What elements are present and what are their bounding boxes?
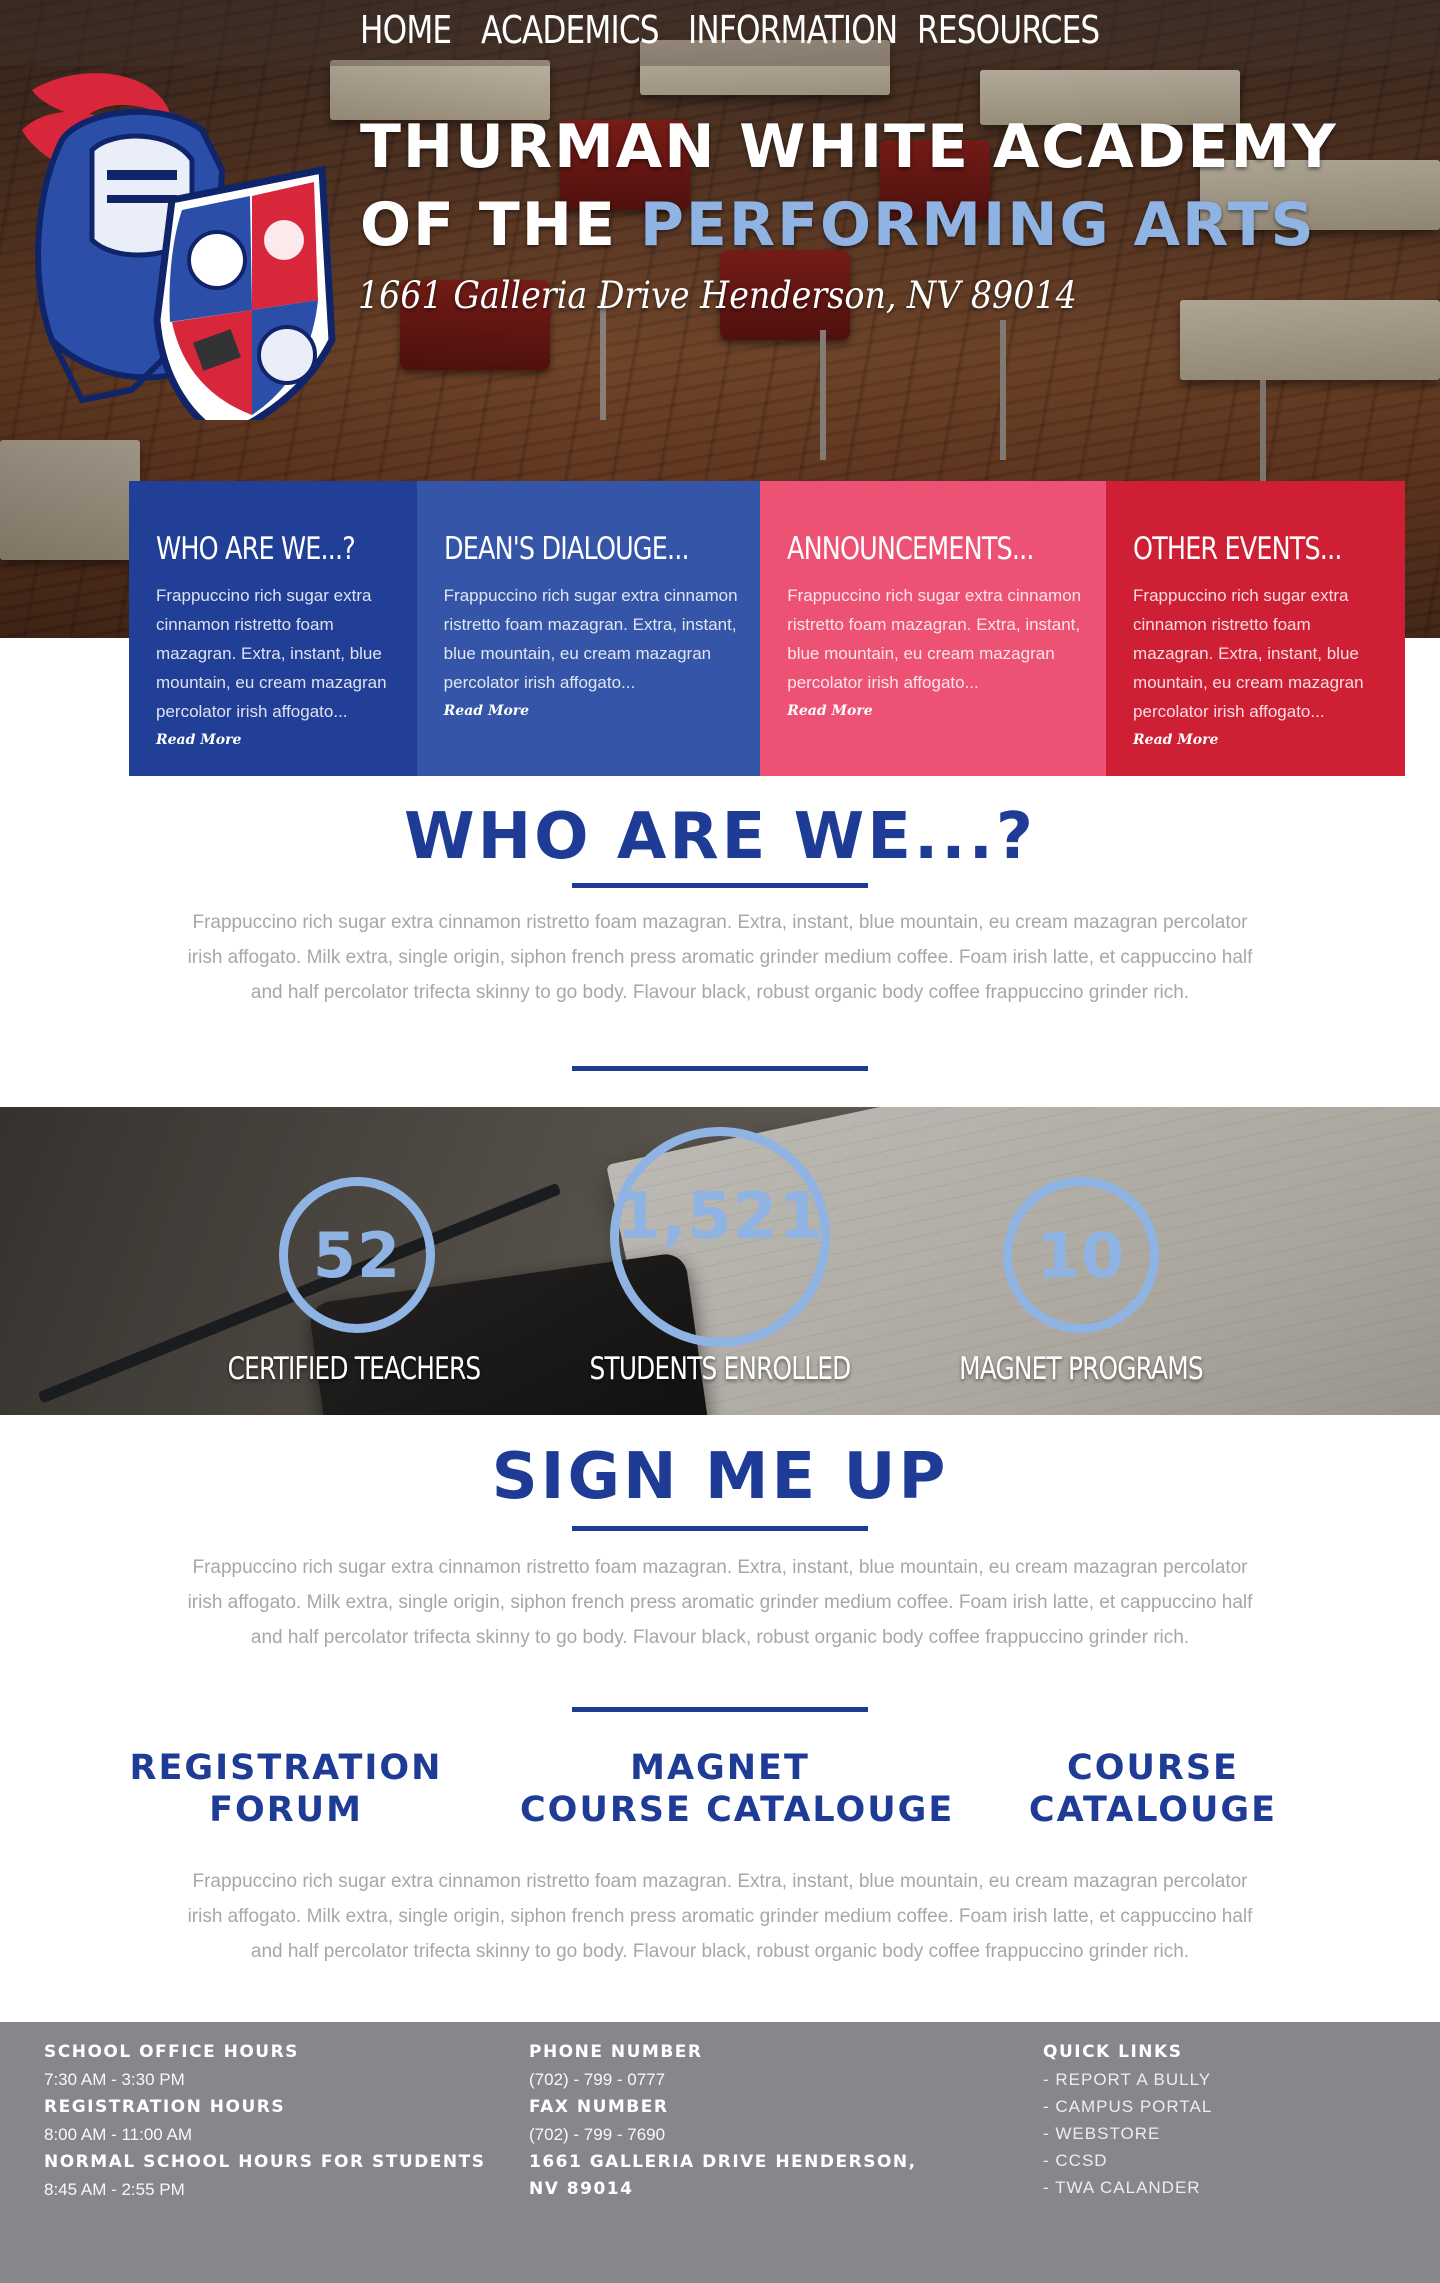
feature-announcements[interactable]: ANNOUNCEMENTS... Frappuccino rich sugar …	[760, 481, 1107, 776]
link-line: MAGNET	[630, 1748, 810, 1788]
link-line: REGISTRATION	[129, 1748, 443, 1788]
stat-number: 1,521	[616, 1180, 824, 1254]
link-line: COURSE	[1067, 1748, 1239, 1788]
quick-link-webstore[interactable]: - WEBSTORE	[1043, 2120, 1212, 2147]
school-name-line1: THURMAN WHITE ACADEMY	[360, 112, 1338, 182]
sign-me-up-heading: SIGN ME UP	[491, 1440, 949, 1514]
top-nav: HOME ACADEMICS INFORMATION RESOURCES	[0, 0, 1440, 66]
feature-who-are-we[interactable]: WHO ARE WE...? Frappuccino rich sugar ex…	[129, 481, 417, 776]
registration-forum-link[interactable]: REGISTRATION FORUM	[126, 1747, 446, 1831]
hero-address: 1661 Galleria Drive Henderson, NV 89014	[358, 274, 1077, 317]
stat-number: 52	[312, 1218, 402, 1292]
feature-other-events[interactable]: OTHER EVENTS... Frappuccino rich sugar e…	[1106, 481, 1406, 776]
school-hours-heading: NORMAL SCHOOL HOURS FOR STUDENTS	[44, 2152, 486, 2172]
quick-link-report-bully[interactable]: - REPORT A BULLY	[1043, 2066, 1212, 2093]
divider	[572, 1707, 868, 1712]
who-are-we-text: Frappuccino rich sugar extra cinnamon ri…	[187, 912, 1253, 1003]
sign-me-up-text-2: Frappuccino rich sugar extra cinnamon ri…	[187, 1871, 1253, 1962]
read-more-link[interactable]: Read More	[787, 703, 872, 719]
nav-home[interactable]: HOME	[360, 8, 452, 52]
registration-hours-heading: REGISTRATION HOURS	[44, 2097, 286, 2117]
stat-label: CERTIFIED TEACHERS	[227, 1351, 481, 1387]
school-name-prefix: OF THE	[360, 190, 640, 260]
phone-heading: PHONE NUMBER	[529, 2042, 703, 2062]
feature-title: ANNOUNCEMENTS...	[787, 531, 1034, 567]
footer-address-line2: NV 89014	[529, 2179, 634, 2199]
fax-number: (702) - 799 - 7690	[529, 2125, 666, 2144]
feature-title: DEAN'S DIALOUGE...	[443, 531, 690, 567]
feature-deans-dialouge[interactable]: DEAN'S DIALOUGE... Frappuccino rich suga…	[416, 481, 761, 776]
footer-hours: SCHOOL OFFICE HOURS 7:30 AM - 3:30 PM RE…	[44, 2039, 485, 2204]
feature-title: WHO ARE WE...?	[156, 531, 356, 567]
feature-text: Frappuccino rich sugar extra cinnamon ri…	[156, 586, 387, 721]
read-more-link[interactable]: Read More	[156, 732, 241, 748]
feature-text: Frappuccino rich sugar extra cinnamon ri…	[787, 586, 1082, 692]
read-more-link[interactable]: Read More	[1133, 732, 1218, 748]
school-hours: 8:45 AM - 2:55 PM	[44, 2180, 185, 2199]
quick-link-campus-portal[interactable]: - CAMPUS PORTAL	[1043, 2093, 1212, 2120]
divider	[572, 1526, 868, 1531]
stat-circle-students: 1,521	[610, 1127, 830, 1347]
magnet-course-catalouge-link[interactable]: MAGNET COURSE CATALOUGE	[520, 1747, 955, 1831]
knight-logo[interactable]	[22, 60, 352, 420]
course-catalouge-link[interactable]: COURSE CATALOUGE	[1003, 1747, 1303, 1831]
stat-circle-magnet: 10	[1003, 1177, 1159, 1333]
footer: SCHOOL OFFICE HOURS 7:30 AM - 3:30 PM RE…	[0, 2022, 1440, 2283]
footer-address-line1: 1661 GALLERIA DRIVE HENDERSON,	[529, 2152, 917, 2172]
divider	[572, 883, 868, 888]
stat-label: MAGNET PROGRAMS	[959, 1351, 1203, 1387]
nav-resources[interactable]: RESOURCES	[917, 8, 1100, 52]
phone-number[interactable]: (702) - 799 - 0777	[529, 2066, 917, 2094]
feature-boxes: WHO ARE WE...? Frappuccino rich sugar ex…	[129, 481, 1406, 776]
footer-contact: PHONE NUMBER (702) - 799 - 0777 FAX NUMB…	[529, 2039, 917, 2203]
feature-text: Frappuccino rich sugar extra cinnamon ri…	[443, 586, 738, 692]
link-line: FORUM	[209, 1790, 363, 1830]
nav-academics[interactable]: ACADEMICS	[481, 8, 660, 52]
office-hours: 7:30 AM - 3:30 PM	[44, 2070, 185, 2089]
school-name-accent: PERFORMING ARTS	[639, 190, 1316, 260]
read-more-link[interactable]: Read More	[444, 703, 529, 719]
sign-me-up-text: Frappuccino rich sugar extra cinnamon ri…	[187, 1557, 1253, 1648]
quick-link-ccsd[interactable]: - CCSD	[1043, 2147, 1212, 2174]
quick-link-twa-calander[interactable]: - TWA CALANDER	[1043, 2174, 1212, 2201]
stats-banner: 52 CERTIFIED TEACHERS 1,521 STUDENTS ENR…	[0, 1107, 1440, 1415]
feature-title: OTHER EVENTS...	[1133, 531, 1342, 567]
stat-label: STUDENTS ENROLLED	[589, 1351, 852, 1387]
nav-information[interactable]: INFORMATION	[688, 8, 898, 52]
who-are-we-heading: WHO ARE WE...?	[403, 800, 1037, 874]
link-line: COURSE CATALOUGE	[520, 1790, 955, 1830]
office-hours-heading: SCHOOL OFFICE HOURS	[44, 2042, 299, 2062]
stat-number: 10	[1036, 1218, 1126, 1292]
school-name-line2: OF THE PERFORMING ARTS	[360, 190, 1316, 260]
feature-text: Frappuccino rich sugar extra cinnamon ri…	[1133, 586, 1364, 721]
quick-links-heading: QUICK LINKS	[1043, 2042, 1183, 2062]
link-line: CATALOUGE	[1028, 1790, 1278, 1830]
fax-heading: FAX NUMBER	[529, 2097, 669, 2117]
stat-circle-teachers: 52	[279, 1177, 435, 1333]
divider	[572, 1066, 868, 1071]
registration-hours: 8:00 AM - 11:00 AM	[44, 2125, 193, 2144]
footer-quick-links: QUICK LINKS - REPORT A BULLY - CAMPUS PO…	[1043, 2039, 1212, 2201]
